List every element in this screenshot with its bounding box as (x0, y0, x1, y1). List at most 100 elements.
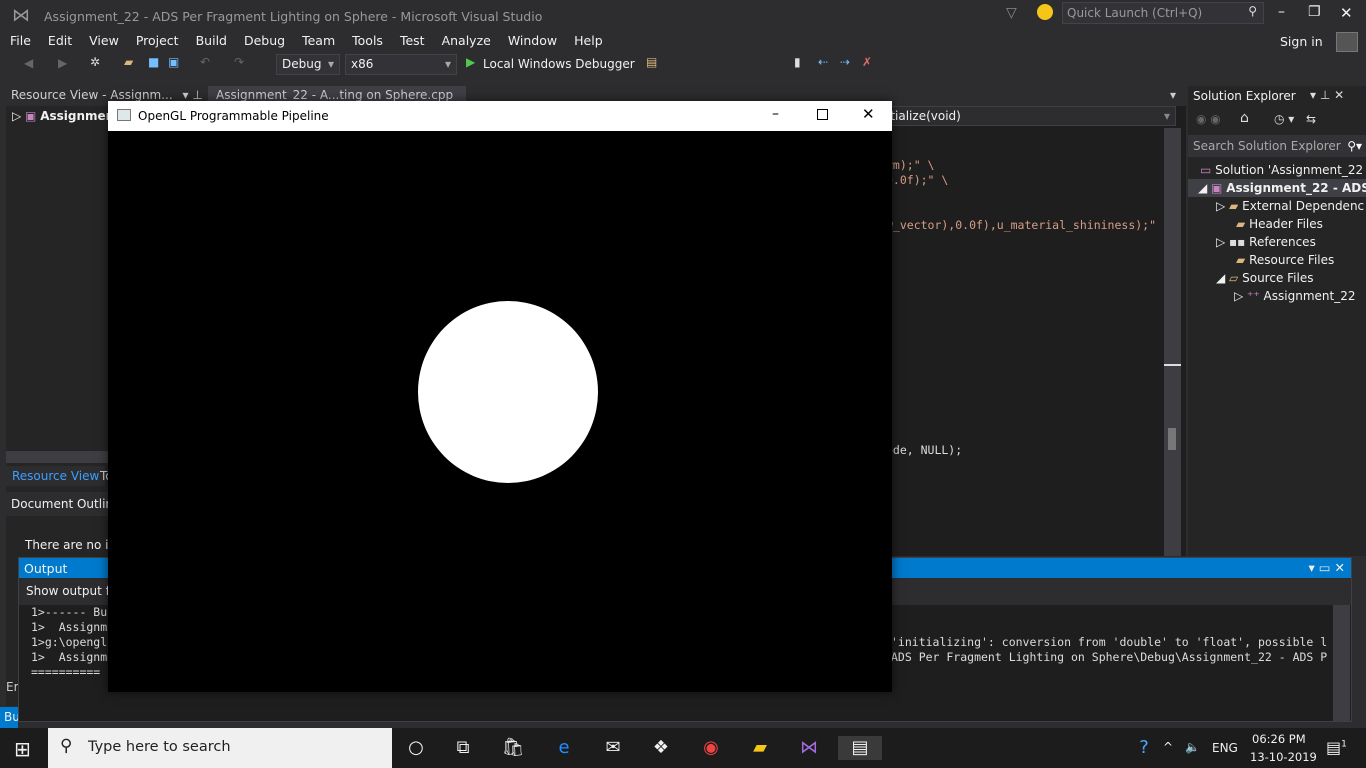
close-button[interactable]: ✕ (1340, 4, 1353, 22)
tree-solution[interactable]: ▭ Solution 'Assignment_22 - (1200, 161, 1366, 179)
save-icon[interactable]: ■ (148, 55, 159, 69)
chrome-icon[interactable]: ◉ (698, 736, 724, 760)
tree-item-root[interactable]: ▷ ▣ Assignment (12, 109, 120, 123)
output-text-left: 1>------ Bu 1> Assignm 1>g:\opengl 1> Assig… (31, 605, 108, 679)
menu-debug[interactable]: Debug (235, 30, 293, 48)
pending-changes-icon[interactable]: ◷ ▾ (1274, 112, 1294, 126)
open-file-icon[interactable]: ▰ (124, 55, 133, 69)
output-title: Output (24, 561, 68, 576)
opengl-title-bar: OpenGL Programmable Pipeline – ✕ (108, 101, 892, 131)
opengl-window[interactable]: OpenGL Programmable Pipeline – ✕ (108, 101, 892, 692)
window-title: Assignment_22 - ADS Per Fragment Lightin… (44, 9, 543, 24)
output-panel-controls-icon[interactable]: ▾ ▭ ✕ (1308, 560, 1345, 575)
tab-list-dropdown-icon[interactable]: ▾ (1170, 88, 1176, 102)
menu-project[interactable]: Project (127, 30, 187, 48)
start-debug-icon[interactable]: ▶ (466, 55, 475, 69)
undo-icon[interactable]: ↶ (200, 55, 210, 69)
prev-bookmark-icon[interactable]: ⇠ (818, 55, 828, 69)
status-bar: Bu (0, 707, 20, 728)
show-hidden-icons[interactable]: ^ (1163, 740, 1173, 754)
clock-time[interactable]: 06:26 PM (1252, 732, 1306, 746)
notifications-icon[interactable]: ▤1 (1326, 738, 1347, 757)
new-project-icon[interactable]: ✲ (90, 55, 100, 69)
rendered-sphere (418, 301, 598, 483)
tree-references[interactable]: ▷ ▪▪ References (1216, 233, 1316, 251)
sign-in-link[interactable]: Sign in (1272, 30, 1331, 53)
windows-start-icon[interactable]: ⊞ (14, 737, 31, 761)
home-icon[interactable]: ⌂ (1240, 110, 1249, 126)
search-icon: ⚲ (1248, 4, 1257, 18)
feedback-smiley-icon[interactable] (1037, 4, 1053, 20)
panel-controls-icon[interactable]: ▾ ⊥ ✕ (1310, 88, 1344, 102)
sync-icon[interactable]: ⇆ (1306, 112, 1316, 126)
output-vertical-scrollbar[interactable] (1333, 605, 1350, 721)
taskbar-search-input[interactable]: ⚲ Type here to search (48, 728, 392, 768)
taskbar: ⊞ ⚲ Type here to search (0, 728, 1366, 768)
quick-launch-placeholder: Quick Launch (Ctrl+Q) (1067, 6, 1203, 20)
restore-button[interactable]: ❐ (1308, 4, 1321, 20)
search-solution-input[interactable]: Search Solution Explorer ⚲▾ (1188, 135, 1366, 157)
quick-launch-input[interactable]: Quick Launch (Ctrl+Q) ⚲ (1062, 2, 1264, 24)
visual-studio-icon[interactable]: ⋈ (796, 736, 822, 760)
toolbar: ◀ ▶ ✲ ▰ ■ ▣ ↶ ↷ ▶ Local Windows Debugger… (0, 52, 1366, 78)
code-line: ode, NULL); (886, 443, 963, 457)
redo-icon[interactable]: ↷ (234, 55, 244, 69)
tree-header-files[interactable]: ▰ Header Files (1236, 215, 1323, 233)
solution-explorer-panel: Solution Explorer ▾ ⊥ ✕ ◉ ◉ ⌂ ◷ ▾ ⇆ Sear… (1188, 86, 1366, 556)
document-outline-empty-text: There are no ite (25, 538, 121, 552)
code-line: w_vector),0.0f),u_material_shininess);" (886, 218, 1157, 232)
app-icon (117, 109, 131, 121)
solution-explorer-title: Solution Explorer (1193, 89, 1296, 103)
menu-build[interactable]: Build (187, 30, 235, 48)
start-debugger-button[interactable]: Local Windows Debugger (483, 57, 635, 71)
dropbox-icon[interactable]: ❖ (648, 736, 674, 760)
forward-icon[interactable]: ▶ (58, 56, 67, 70)
tree-source-files[interactable]: ◢ ▱ Source Files (1216, 269, 1313, 287)
clock-date[interactable]: 13-10-2019 (1250, 750, 1317, 764)
tree-project[interactable]: ◢ ▣ Assignment_22 - ADS (1188, 179, 1366, 197)
help-tray-icon[interactable]: ? (1131, 736, 1157, 760)
tree-external-dependencies[interactable]: ▷ ▰ External Dependenc (1216, 197, 1364, 215)
opengl-maximize-button[interactable] (817, 109, 828, 120)
file-explorer-icon[interactable]: ▰ (747, 736, 773, 760)
search-icon: ⚲ (60, 736, 73, 756)
filter-icon[interactable]: ▽ (1006, 5, 1017, 21)
menu-team[interactable]: Team (293, 30, 343, 48)
opengl-app-taskbar-icon[interactable]: ▤ (838, 736, 882, 760)
menu-view[interactable]: View (80, 30, 127, 48)
menu-help[interactable]: Help (565, 30, 611, 48)
editor-vertical-scrollbar[interactable] (1164, 128, 1181, 556)
menu-test[interactable]: Test (391, 30, 433, 48)
opengl-close-button[interactable]: ✕ (862, 105, 875, 123)
back-icon[interactable]: ◀ (24, 56, 33, 70)
clear-bookmarks-icon[interactable]: ✗ (862, 55, 872, 69)
opengl-minimize-button[interactable]: – (772, 106, 779, 122)
tab-resource-view-bottom[interactable]: Resource View (6, 466, 106, 486)
mail-icon[interactable]: ✉ (600, 736, 626, 760)
platform-value: x86 (351, 57, 374, 71)
account-avatar-icon[interactable] (1336, 32, 1358, 52)
bookmark-icon[interactable]: ▮ (794, 55, 801, 69)
edge-icon[interactable]: e (551, 736, 577, 760)
configuration-value: Debug (282, 57, 322, 71)
output-text-right: 'initializing': conversion from 'double'… (891, 635, 1328, 664)
tree-source-file[interactable]: ▷ ⁺⁺ Assignment_22 (1234, 287, 1355, 305)
volume-icon[interactable]: 🔈 (1185, 740, 1200, 754)
cortana-icon[interactable]: ○ (403, 736, 429, 760)
menu-edit[interactable]: Edit (39, 30, 80, 48)
tree-resource-files[interactable]: ▰ Resource Files (1236, 251, 1334, 269)
menu-window[interactable]: Window (499, 30, 565, 48)
configuration-select[interactable]: Debug ▾ (276, 54, 340, 75)
language-indicator[interactable]: ENG (1212, 741, 1238, 755)
nav-back-icon[interactable]: ◉ ◉ (1196, 112, 1221, 126)
minimize-button[interactable]: – (1278, 4, 1285, 20)
store-icon[interactable]: 🛍 (500, 736, 526, 760)
platform-select[interactable]: x86 ▾ (345, 54, 457, 75)
menu-analyze[interactable]: Analyze (433, 30, 499, 48)
save-all-icon[interactable]: ▣ (168, 55, 179, 69)
find-in-files-icon[interactable]: ▤ (646, 55, 657, 69)
menu-file[interactable]: File (0, 30, 39, 48)
menu-tools[interactable]: Tools (343, 30, 391, 48)
next-bookmark-icon[interactable]: ⇢ (840, 55, 850, 69)
task-view-icon[interactable]: ⧉ (450, 736, 476, 760)
